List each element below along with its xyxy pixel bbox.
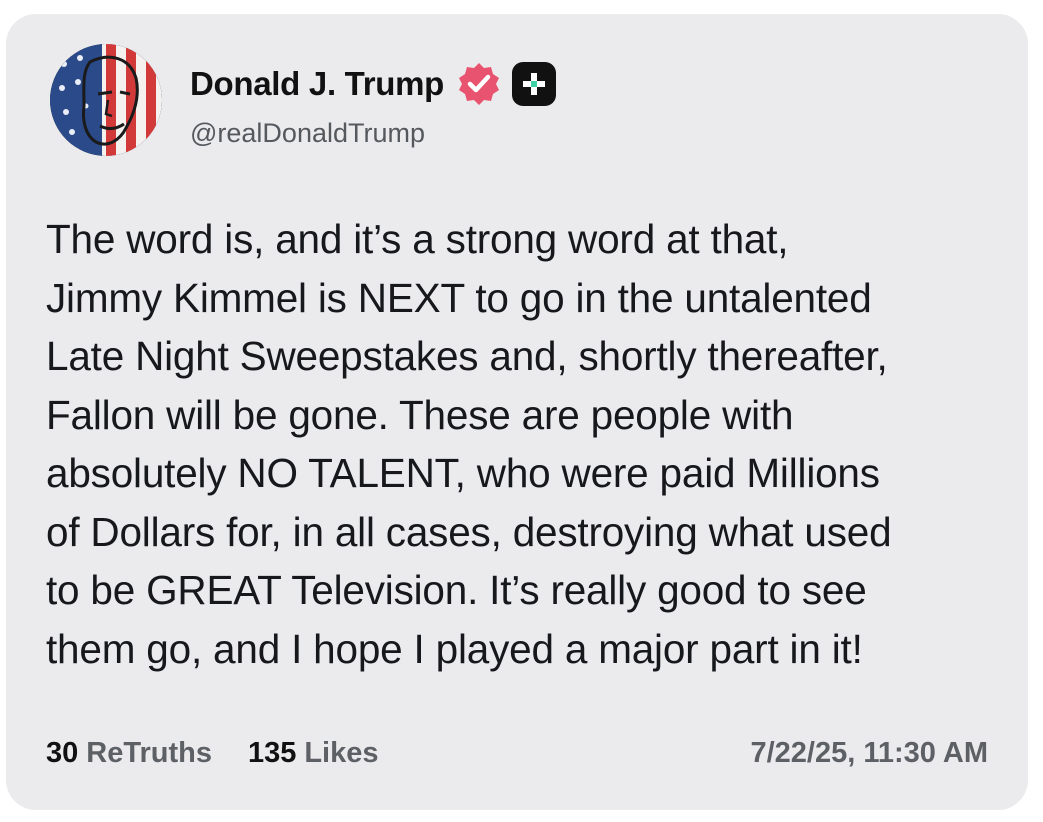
likes-stat[interactable]: 135 Likes: [248, 737, 379, 770]
post-footer: 30 ReTruths 135 Likes 7/22/25, 11:30 AM: [46, 733, 988, 773]
avatar-image: [50, 44, 162, 156]
post-body-text: The word is, and it’s a strong word at t…: [46, 216, 892, 672]
retruths-count: 30: [46, 736, 79, 769]
retruths-label: ReTruths: [86, 736, 212, 769]
retruths-stat[interactable]: 30 ReTruths: [46, 737, 212, 770]
post-card: Donald J. Trump @realDonaldTrump The wor…: [6, 14, 1028, 810]
author-handle[interactable]: @realDonaldTrump: [190, 118, 425, 149]
plus-subscription-icon: [512, 62, 557, 106]
author-display-name[interactable]: Donald J. Trump: [190, 65, 444, 103]
avatar[interactable]: [50, 44, 162, 156]
author-row: Donald J. Trump: [190, 60, 557, 108]
likes-label: Likes: [304, 736, 379, 769]
post-timestamp[interactable]: 7/22/25, 11:30 AM: [750, 737, 988, 770]
verified-badge-icon: [456, 61, 502, 107]
likes-count: 135: [247, 736, 297, 769]
